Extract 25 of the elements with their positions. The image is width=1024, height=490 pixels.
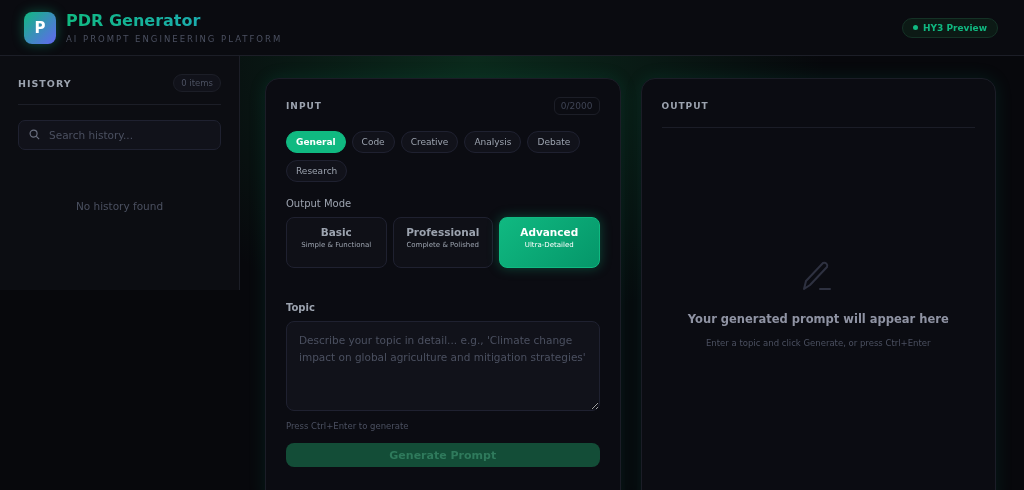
mode-name: Professional — [406, 226, 480, 238]
topic-label: Topic — [286, 302, 316, 313]
category-chip[interactable]: Analysis — [464, 131, 522, 153]
version-badge-label: HY3 Preview — [923, 22, 987, 33]
category-chip[interactable]: Research — [286, 160, 348, 182]
mode-name: Basic — [320, 226, 352, 238]
app-subtitle: AI PROMPT ENGINEERING PLATFORM — [66, 34, 283, 44]
category-chip[interactable]: Debate — [527, 131, 581, 153]
search-field[interactable]: Search history... — [18, 120, 221, 150]
input-title: INPUT — [286, 101, 322, 111]
shortcut-hint: Press Ctrl+Enter to generate — [286, 421, 410, 431]
character-counter: 0/2000 — [553, 97, 600, 115]
empty-output-title: Your generated prompt will appear here — [687, 312, 949, 326]
mode-name: Advanced — [520, 226, 579, 238]
category-chip[interactable]: Creative — [400, 131, 459, 153]
topic-field[interactable]: Describe your topic in detail... e.g., 'Climate change impact on global agriculture and mitigation strategies' — [286, 321, 600, 411]
status-dot-icon — [913, 25, 919, 30]
empty-output-hint: Enter a topic and click Generate, or press Ctrl+Enter — [705, 338, 931, 348]
empty-history-message: No history found — [74, 200, 165, 212]
output-title: OUTPUT — [661, 101, 709, 111]
category-chip[interactable]: Code — [351, 131, 395, 153]
app-logo: P — [24, 11, 56, 44]
history-title: HISTORY — [18, 77, 72, 89]
history-count: 0 items — [173, 74, 221, 92]
output-mode-label: Output Mode — [286, 198, 353, 209]
